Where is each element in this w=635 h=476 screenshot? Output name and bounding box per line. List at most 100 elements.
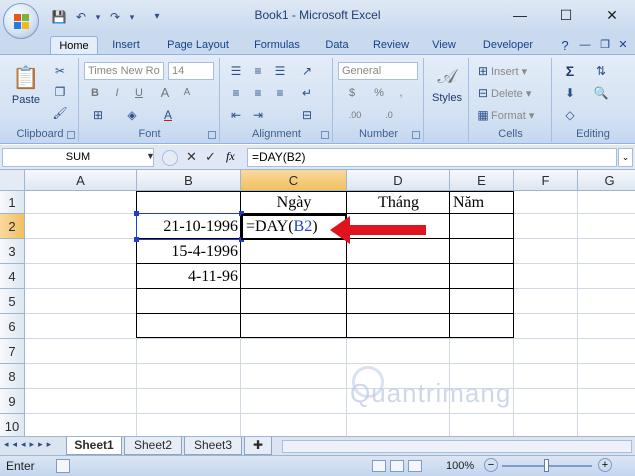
wrap-text-button[interactable]: ↵	[295, 84, 319, 102]
fill-color-button[interactable]: ◈	[120, 106, 144, 124]
row-header[interactable]: 5	[0, 289, 25, 314]
currency-button[interactable]: $	[340, 84, 364, 102]
close-button[interactable]: ✕	[589, 0, 635, 30]
clipboard-launcher-icon[interactable]	[67, 131, 75, 139]
merge-center-button[interactable]: ⊟	[295, 106, 319, 124]
font-name-box[interactable]: Times New Ro	[84, 62, 164, 80]
office-button[interactable]	[3, 3, 39, 39]
tab-insert[interactable]: Insert	[104, 36, 148, 55]
copy-button[interactable]: ❐	[50, 83, 70, 101]
underline-button[interactable]: U	[130, 84, 148, 102]
grow-font-button[interactable]: A	[156, 84, 174, 102]
row-header[interactable]: 8	[0, 364, 25, 389]
worksheet-grid[interactable]: A B C D E F G 1 2 3 4 5 6 7 8 9 10 Ngày …	[0, 170, 635, 436]
ribbon-restore-icon[interactable]: ❐	[598, 36, 612, 55]
row-header[interactable]: 3	[0, 239, 25, 264]
row-header[interactable]: 10	[0, 414, 25, 436]
row-header[interactable]: 2	[0, 214, 25, 239]
percent-button[interactable]: %	[370, 84, 388, 102]
column-header[interactable]: C	[241, 170, 347, 191]
number-format-box[interactable]: General	[338, 62, 418, 80]
align-right-button[interactable]: ≡	[270, 84, 290, 102]
select-all-corner[interactable]	[0, 170, 25, 191]
font-launcher-icon[interactable]	[208, 131, 216, 139]
format-cells-button[interactable]: ▦ Format ▾	[474, 106, 548, 124]
help-icon[interactable]: ?	[558, 36, 572, 55]
insert-function-icon[interactable]: fx	[226, 149, 235, 164]
autosum-button[interactable]: Σ	[559, 62, 581, 80]
decrease-indent-button[interactable]: ⇤	[226, 106, 246, 124]
row-header[interactable]: 1	[0, 191, 25, 214]
sheet-nav-icons[interactable]: ◂◂◂▸▸▸	[4, 439, 55, 450]
name-box-dropdown-icon[interactable]: ▼	[146, 151, 155, 161]
align-bottom-button[interactable]: ☰	[270, 62, 290, 80]
column-header[interactable]: F	[514, 170, 578, 191]
ribbon-close-icon[interactable]: ✕	[616, 36, 630, 55]
page-layout-view-icon[interactable]	[390, 460, 404, 472]
insert-sheet-icon[interactable]: ✚	[244, 437, 272, 455]
tab-home[interactable]: Home	[50, 36, 98, 55]
row-header[interactable]: 6	[0, 314, 25, 339]
format-painter-button[interactable]: 🖌	[50, 104, 70, 122]
column-header[interactable]: B	[137, 170, 241, 191]
cell-C1[interactable]: Ngày	[241, 191, 347, 214]
cut-button[interactable]: ✂	[50, 62, 70, 80]
font-size-box[interactable]: 14	[168, 62, 214, 80]
sort-filter-button[interactable]: ⇅	[589, 62, 613, 80]
row-header[interactable]: 9	[0, 389, 25, 414]
formula-input[interactable]: =DAY(B2)	[247, 148, 617, 167]
alignment-launcher-icon[interactable]	[321, 131, 329, 139]
cell-D1[interactable]: Tháng	[347, 191, 450, 214]
page-break-view-icon[interactable]	[408, 460, 422, 472]
tab-review[interactable]: Review	[368, 36, 414, 55]
shrink-font-button[interactable]: A	[178, 84, 196, 102]
tab-developer[interactable]: Developer	[474, 36, 542, 55]
paste-button[interactable]: 📋 Paste	[8, 62, 44, 114]
font-color-button[interactable]: A	[156, 106, 180, 124]
zoom-level[interactable]: 100%	[446, 460, 474, 472]
number-launcher-icon[interactable]	[412, 131, 420, 139]
enter-formula-icon[interactable]: ✓	[205, 149, 216, 165]
name-box[interactable]: SUM	[2, 148, 154, 167]
zoom-out-icon[interactable]: −	[484, 458, 498, 472]
ribbon-minimize-icon[interactable]: —	[578, 36, 592, 55]
column-header[interactable]: A	[25, 170, 137, 191]
column-header[interactable]: D	[347, 170, 450, 191]
macro-record-icon[interactable]	[56, 459, 70, 473]
row-header[interactable]: 4	[0, 264, 25, 289]
tab-view[interactable]: View	[426, 36, 462, 55]
normal-view-icon[interactable]	[372, 460, 386, 472]
align-middle-button[interactable]: ≡	[248, 62, 268, 80]
tab-data[interactable]: Data	[318, 36, 356, 55]
minimize-button[interactable]: —	[497, 0, 543, 30]
cell-B3[interactable]: 15-4-1996	[137, 239, 241, 264]
italic-button[interactable]: I	[108, 84, 126, 102]
cancel-formula-icon[interactable]: ✕	[186, 149, 197, 165]
align-top-button[interactable]: ☰	[226, 62, 246, 80]
align-left-button[interactable]: ≡	[226, 84, 246, 102]
sheet-tab-sheet1[interactable]: Sheet1	[66, 437, 122, 455]
zoom-slider-thumb[interactable]	[544, 459, 549, 472]
sheet-tab-sheet3[interactable]: Sheet3	[184, 437, 242, 455]
insert-cells-button[interactable]: ⊞ Insert ▾	[474, 62, 548, 80]
tab-formulas[interactable]: Formulas	[248, 36, 306, 55]
sheet-tab-sheet2[interactable]: Sheet2	[124, 437, 182, 455]
fill-button[interactable]: ⬇	[559, 84, 581, 102]
clear-button[interactable]: ◇	[559, 106, 581, 124]
orientation-button[interactable]: ↗	[295, 62, 319, 80]
horizontal-scrollbar[interactable]	[282, 440, 632, 453]
cell-B4[interactable]: 4-11-96	[137, 264, 241, 289]
row-header[interactable]: 7	[0, 339, 25, 364]
increase-indent-button[interactable]: ⇥	[248, 106, 268, 124]
zoom-in-icon[interactable]: +	[598, 458, 612, 472]
find-select-button[interactable]: 🔍	[589, 84, 613, 102]
styles-button[interactable]: 𝒜 Styles	[429, 62, 465, 122]
tab-page-layout[interactable]: Page Layout	[160, 36, 236, 55]
bold-button[interactable]: B	[86, 84, 104, 102]
column-header[interactable]: G	[578, 170, 635, 191]
maximize-button[interactable]: ☐	[543, 0, 589, 30]
column-header[interactable]: E	[450, 170, 514, 191]
cell-E1[interactable]: Năm	[450, 191, 514, 214]
decrease-decimal-button[interactable]: .0	[374, 106, 404, 124]
expand-formula-icon[interactable]: ⌄	[618, 148, 633, 167]
